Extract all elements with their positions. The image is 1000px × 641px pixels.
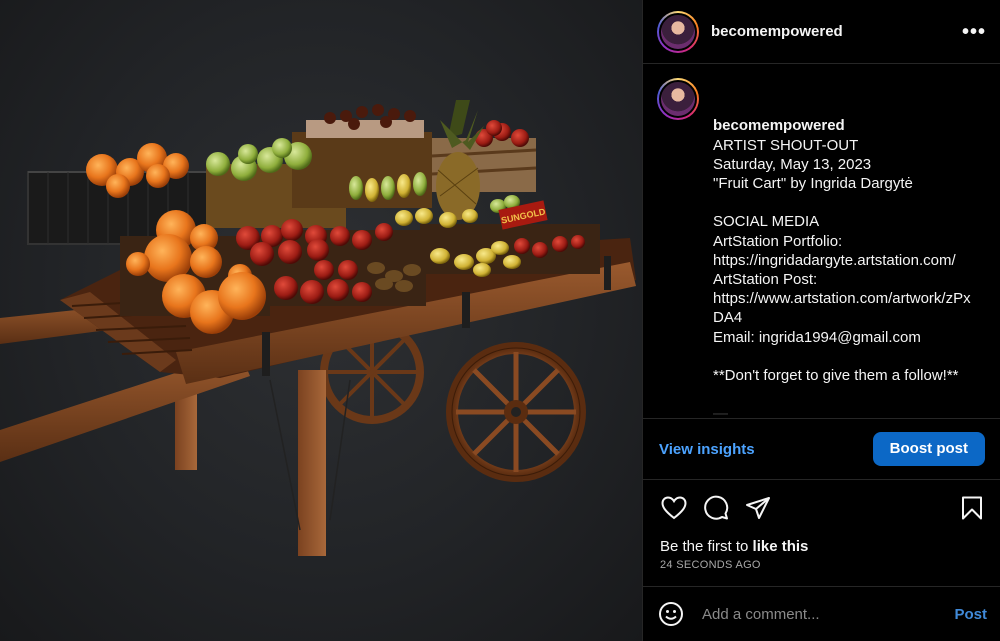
- post-sidebar: becomempowered ••• becomempowered ARTIST …: [642, 0, 1000, 641]
- post-actions: [659, 490, 987, 526]
- heart-icon[interactable]: [659, 493, 689, 523]
- like-this-link[interactable]: like this: [753, 538, 809, 555]
- avatar[interactable]: [657, 10, 699, 53]
- post-image[interactable]: SUNGOLD: [0, 0, 642, 641]
- caption-username[interactable]: becomempowered: [713, 116, 971, 135]
- post-header: becomempowered •••: [643, 0, 1000, 64]
- bookmark-icon[interactable]: [957, 493, 987, 523]
- view-insights-link[interactable]: View insights: [659, 441, 755, 458]
- front-wheel: [446, 342, 586, 482]
- likes-line: Be the first to like this: [660, 538, 808, 555]
- caption-avatar[interactable]: [657, 78, 699, 120]
- pear-crate: [292, 132, 432, 208]
- username[interactable]: becomempowered: [711, 23, 843, 40]
- insights-bar: View insights Boost post: [643, 418, 1000, 480]
- emoji-icon[interactable]: [657, 600, 685, 628]
- comment-icon[interactable]: [701, 493, 731, 523]
- caption-text: ARTIST SHOUT-OUT Saturday, May 13, 2023 …: [713, 136, 971, 418]
- cart-leg: [298, 370, 326, 556]
- more-horizontal-icon[interactable]: •••: [962, 22, 986, 42]
- timestamp[interactable]: 24 SECONDS AGO: [660, 559, 761, 571]
- fruit-cart-illustration: SUNGOLD: [0, 100, 636, 556]
- caption-body: becomempowered ARTIST SHOUT-OUT Saturday,…: [713, 78, 971, 418]
- likes-prefix: Be the first to: [660, 538, 753, 555]
- comment-bar: Post: [643, 586, 1000, 641]
- comment-input[interactable]: [702, 605, 932, 623]
- caption: becomempowered ARTIST SHOUT-OUT Saturday,…: [643, 64, 1000, 418]
- post-comment-button[interactable]: Post: [954, 606, 987, 623]
- share-icon[interactable]: [743, 493, 773, 523]
- boost-post-button[interactable]: Boost post: [872, 432, 985, 466]
